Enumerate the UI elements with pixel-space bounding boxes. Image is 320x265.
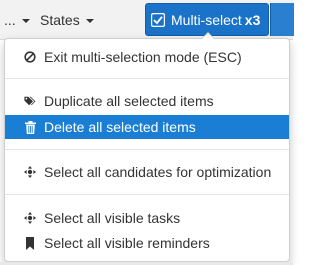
menu-divider: [5, 194, 289, 195]
checkbox-icon: [151, 12, 165, 27]
selection-count-badge: x3: [244, 11, 261, 28]
bookmark-icon: [24, 236, 36, 250]
multi-select-menu: Exit multi-selection mode (ESC) Duplicat…: [4, 32, 290, 262]
toolbar: ... States Multi-select x3: [0, 0, 294, 40]
menu-item-duplicate-label: Duplicate all selected items: [44, 93, 214, 109]
tags-icon: [24, 94, 36, 108]
menu-item-select-tasks[interactable]: Select all visible tasks: [5, 206, 289, 230]
nav-dropdown-previous[interactable]: ...: [4, 12, 30, 28]
menu-item-select-reminders-label: Select all visible reminders: [44, 235, 210, 251]
nav-dropdown-previous-label: ...: [4, 12, 16, 28]
menu-item-select-tasks-label: Select all visible tasks: [44, 210, 181, 226]
trash-icon: [24, 120, 36, 134]
menu-item-delete[interactable]: Delete all selected items: [5, 115, 289, 139]
menu-item-select-candidates-label: Select all candidates for optimization: [44, 164, 272, 180]
chevron-down-icon: [21, 19, 30, 23]
multi-select-label: Multi-select: [171, 11, 242, 28]
menu-item-duplicate[interactable]: Duplicate all selected items: [5, 89, 289, 113]
crosshairs-icon: [24, 211, 36, 225]
menu-divider: [5, 149, 289, 150]
menu-item-exit-label: Exit multi-selection mode (ESC): [44, 49, 242, 65]
menu-item-exit-multiselect[interactable]: Exit multi-selection mode (ESC): [5, 45, 289, 69]
states-label: States: [40, 12, 80, 28]
chevron-down-icon: [85, 19, 94, 23]
menu-divider: [5, 78, 289, 79]
menu-item-select-reminders[interactable]: Select all visible reminders: [5, 231, 289, 255]
crosshairs-icon: [24, 165, 36, 179]
menu-item-select-candidates[interactable]: Select all candidates for optimization: [5, 160, 289, 184]
multi-select-dropdown-toggle[interactable]: [270, 3, 294, 36]
states-dropdown[interactable]: States: [40, 12, 94, 28]
ban-icon: [24, 50, 36, 64]
menu-pointer: [201, 32, 215, 39]
menu-item-delete-label: Delete all selected items: [44, 119, 196, 135]
